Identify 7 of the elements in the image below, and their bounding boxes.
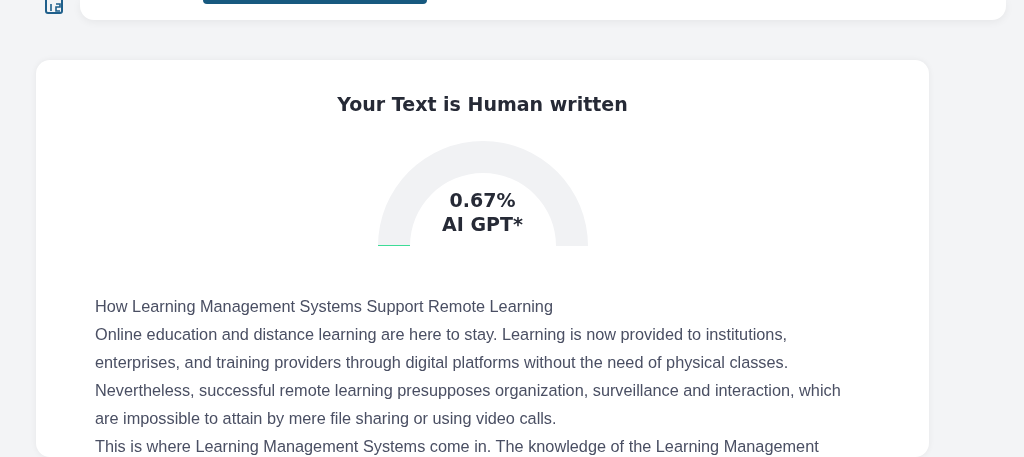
calendar-icon[interactable]: [45, 0, 63, 14]
text-paragraph: Online education and distance learning are here to stay. Learning is now provided to institutions, enterprises, and training providers through digital platforms without the need of physical classes. Nevertheless, successful remote learning presupposes organization, surveillance and interaction, which are impossible to attain by mere file sharing or using video calls.: [95, 324, 842, 429]
gauge-label: AI GPT*: [442, 212, 523, 236]
text-paragraph: This is where Learning Management Systems come in. The knowledge of the Learning Management: [95, 436, 820, 457]
result-title: Your Text is Human written: [337, 92, 628, 116]
text-paragraph: How Learning Management Systems Support Remote Learning: [95, 296, 554, 317]
ai-percentage: 0.67%: [449, 188, 516, 212]
